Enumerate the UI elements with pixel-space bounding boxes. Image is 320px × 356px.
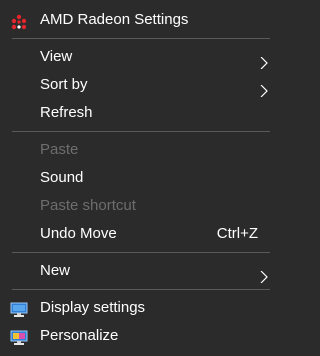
menu-separator [12, 38, 270, 39]
menu-separator [12, 289, 270, 290]
menu-separator [12, 131, 270, 132]
menu-item-label: New [40, 262, 71, 279]
menu-item-label: Sound [40, 169, 84, 186]
display-settings-icon [10, 300, 28, 317]
menu-item-label: Undo Move [40, 225, 117, 242]
chevron-right-icon [260, 51, 268, 70]
menu-item-sort-by[interactable]: Sort by [0, 71, 282, 99]
keyboard-shortcut: Ctrl+Z [216, 225, 258, 242]
menu-item-sound[interactable]: Sound [0, 164, 282, 192]
menu-item-label: Paste [40, 141, 79, 158]
menu-item-label: View [40, 48, 73, 65]
chevron-right-icon [260, 79, 268, 98]
menu-item-label: Sort by [40, 76, 88, 93]
menu-item-amd-radeon-settings[interactable]: AMD Radeon Settings [0, 6, 282, 34]
chevron-right-icon [260, 265, 268, 284]
personalize-icon [10, 328, 28, 345]
menu-item-display-settings[interactable]: Display settings [0, 294, 282, 322]
menu-item-refresh[interactable]: Refresh [0, 99, 282, 127]
menu-item-label: AMD Radeon Settings [40, 11, 189, 28]
menu-item-new[interactable]: New [0, 257, 282, 285]
menu-item-label: Personalize [40, 327, 119, 344]
menu-item-paste: Paste [0, 136, 282, 164]
menu-item-paste-shortcut: Paste shortcut [0, 192, 282, 220]
menu-item-label: Paste shortcut [40, 197, 136, 214]
amd-radeon-icon [10, 12, 28, 30]
menu-item-label: Display settings [40, 299, 146, 316]
desktop-context-menu: AMD Radeon Settings View Sort by Refresh… [0, 0, 282, 355]
menu-item-view[interactable]: View [0, 43, 282, 71]
menu-item-label: Refresh [40, 104, 93, 121]
menu-separator [12, 252, 270, 253]
menu-item-undo-move[interactable]: Undo Move Ctrl+Z [0, 220, 282, 248]
menu-item-personalize[interactable]: Personalize [0, 322, 282, 350]
